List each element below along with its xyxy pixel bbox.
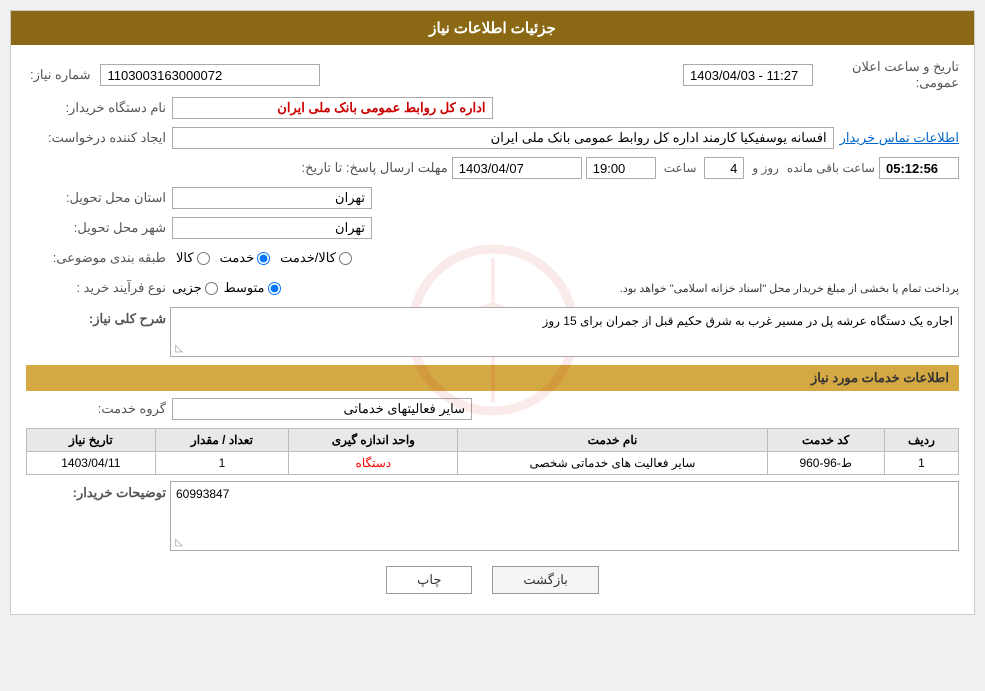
services-section-header: اطلاعات خدمات مورد نیاز xyxy=(26,365,959,391)
category-option-3: کالا/خدمت xyxy=(280,250,336,266)
countdown-value: 05:12:56 xyxy=(879,157,959,179)
col-row-num: ردیف xyxy=(884,429,958,452)
days-label: روز و xyxy=(752,161,779,175)
back-button[interactable]: بازگشت xyxy=(492,566,598,594)
purchase-type-medium[interactable]: متوسط xyxy=(224,280,281,296)
category-kala[interactable]: کالا xyxy=(176,250,210,266)
print-button[interactable]: چاپ xyxy=(386,566,472,594)
purchase-type-minor[interactable]: جزیی xyxy=(172,280,218,296)
need-number-value: 1103003163000072 xyxy=(100,64,320,86)
buyer-org-value: اداره کل روابط عمومی بانک ملی ایران xyxy=(172,97,493,119)
announcement-label: تاریخ و ساعت اعلان عمومی: xyxy=(819,59,959,91)
category-row: کالا/خدمت خدمت کالا طبقه بندی موضوعی: xyxy=(26,245,959,271)
purchase-option-1: جزیی xyxy=(172,280,202,296)
need-summary-section: اجاره یک دستگاه عرشه پل در مسیر غرب به ش… xyxy=(26,307,959,357)
cell-unit: دستگاه xyxy=(289,452,458,475)
col-unit: واحد اندازه گیری xyxy=(289,429,458,452)
cell-quantity: 1 xyxy=(155,452,289,475)
contact-link[interactable]: اطلاعات تماس خریدار xyxy=(840,130,959,146)
services-table: ردیف کد خدمت نام خدمت واحد اندازه گیری ت… xyxy=(26,428,959,475)
buyer-org-row: اداره کل روابط عمومی بانک ملی ایران نام … xyxy=(26,95,959,121)
need-number-label: شماره نیاز: xyxy=(26,67,94,83)
col-service-code: کد خدمت xyxy=(767,429,884,452)
table-header: ردیف کد خدمت نام خدمت واحد اندازه گیری ت… xyxy=(27,429,959,452)
content-area: تاریخ و ساعت اعلان عمومی: 1403/04/03 - 1… xyxy=(11,45,974,614)
header-row: تاریخ و ساعت اعلان عمومی: 1403/04/03 - 1… xyxy=(26,59,959,91)
announcement-value: 1403/04/03 - 11:27 xyxy=(683,64,813,86)
page-header: جزئیات اطلاعات نیاز xyxy=(11,11,974,45)
buttons-row: بازگشت چاپ xyxy=(26,566,959,594)
cell-service-name: سایر فعالیت های خدماتی شخصی xyxy=(458,452,767,475)
buyer-notes-box: 60993847 ◺ xyxy=(170,481,959,551)
notes-resize-handle: ◺ xyxy=(173,538,183,548)
purchase-type-description: پرداخت تمام یا بخشی از مبلغ خریدار محل "… xyxy=(287,282,959,295)
creator-row: اطلاعات تماس خریدار افسانه یوسفیکیا کارم… xyxy=(26,125,959,151)
province-label: استان محل تحویل: xyxy=(26,190,166,206)
need-summary-box: اجاره یک دستگاه عرشه پل در مسیر غرب به ش… xyxy=(170,307,959,357)
service-group-row: سایر فعالیتهای خدماتی گروه خدمت: xyxy=(26,396,959,422)
service-group-label: گروه خدمت: xyxy=(26,401,166,417)
need-summary-label: شرح کلی نیاز: xyxy=(26,311,166,327)
cell-row-num: 1 xyxy=(884,452,958,475)
time-value: 19:00 xyxy=(586,157,656,179)
col-service-name: نام خدمت xyxy=(458,429,767,452)
table-row: 1 ط-96-960 سایر فعالیت های خدماتی شخصی د… xyxy=(27,452,959,475)
province-value: تهران xyxy=(172,187,372,209)
deadline-row: 05:12:56 ساعت باقی مانده روز و 4 ساعت 19… xyxy=(26,155,959,181)
page-container: جزئیات اطلاعات نیاز تاریخ و ساعت اعلان ع… xyxy=(10,10,975,615)
days-value: 4 xyxy=(704,157,744,179)
remaining-label: ساعت باقی مانده xyxy=(787,161,875,175)
resize-handle: ◺ xyxy=(173,344,183,354)
service-group-value: سایر فعالیتهای خدماتی xyxy=(172,398,472,420)
page-title: جزئیات اطلاعات نیاز xyxy=(429,20,556,37)
category-khedmat[interactable]: خدمت xyxy=(220,250,271,266)
buyer-org-label: نام دستگاه خریدار: xyxy=(26,100,166,116)
purchase-type-label: نوع فرآیند خرید : xyxy=(26,280,166,296)
col-date: تاریخ نیاز xyxy=(27,429,156,452)
category-kala-khedmat[interactable]: کالا/خدمت xyxy=(280,250,352,266)
buyer-notes-wrapper: 60993847 ◺ xyxy=(170,481,959,551)
city-value: تهران xyxy=(172,217,372,239)
time-label: ساعت xyxy=(664,161,697,175)
category-option-2: خدمت xyxy=(220,250,255,266)
creator-label: ایجاد کننده درخواست: xyxy=(26,130,166,146)
category-option-1: کالا xyxy=(176,250,194,266)
province-row: تهران استان محل تحویل: xyxy=(26,185,959,211)
need-summary-wrapper: اجاره یک دستگاه عرشه پل در مسیر غرب به ش… xyxy=(170,307,959,357)
city-row: تهران شهر محل تحویل: xyxy=(26,215,959,241)
cell-date: 1403/04/11 xyxy=(27,452,156,475)
need-summary-text: اجاره یک دستگاه عرشه پل در مسیر غرب به ش… xyxy=(543,314,953,328)
col-quantity: تعداد / مقدار xyxy=(155,429,289,452)
deadline-date: 1403/04/07 xyxy=(452,157,582,179)
category-label: طبقه بندی موضوعی: xyxy=(26,250,166,266)
city-label: شهر محل تحویل: xyxy=(26,220,166,236)
deadline-label: مهلت ارسال پاسخ: تا تاریخ: xyxy=(288,160,448,176)
table-body: 1 ط-96-960 سایر فعالیت های خدماتی شخصی د… xyxy=(27,452,959,475)
cell-service-code: ط-96-960 xyxy=(767,452,884,475)
buyer-notes-number: 60993847 xyxy=(176,487,953,501)
buyer-notes-label: توضیحات خریدار: xyxy=(26,485,166,501)
purchase-type-row: پرداخت تمام یا بخشی از مبلغ خریدار محل "… xyxy=(26,275,959,301)
creator-value: افسانه یوسفیکیا کارمند اداره کل روابط عم… xyxy=(172,127,834,149)
buyer-notes-section: 60993847 ◺ توضیحات خریدار: xyxy=(26,481,959,551)
services-title: اطلاعات خدمات مورد نیاز xyxy=(811,370,949,385)
purchase-option-2: متوسط xyxy=(224,280,265,296)
